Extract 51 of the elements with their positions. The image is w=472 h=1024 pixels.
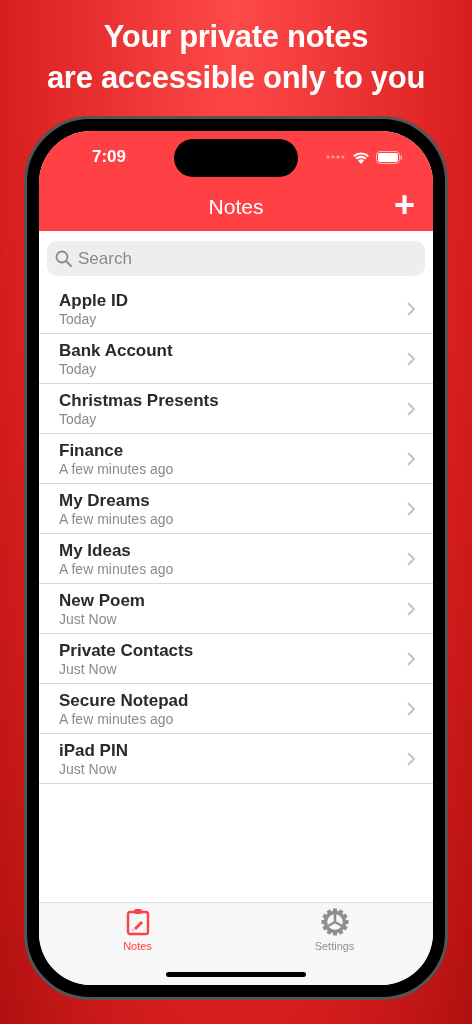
note-row[interactable]: Secure Notepad A few minutes ago: [39, 684, 433, 734]
note-row[interactable]: New Poem Just Now: [39, 584, 433, 634]
note-date: A few minutes ago: [59, 460, 175, 478]
note-title: New Poem: [59, 589, 146, 611]
note-title: Christmas Presents: [59, 389, 220, 411]
chevron-icon: [407, 551, 415, 566]
note-date: A few minutes ago: [59, 560, 175, 578]
chevron-icon: [407, 351, 415, 366]
note-title: Finance: [59, 439, 125, 461]
note-row[interactable]: Private Contacts Just Now: [39, 634, 433, 684]
note-title: Bank Account: [59, 339, 174, 361]
signal-icon: [326, 155, 346, 159]
nav-title: Notes: [208, 194, 264, 221]
chevron-icon: [407, 601, 415, 616]
note-title: My Ideas: [59, 539, 132, 561]
note-row[interactable]: Apple ID Today: [39, 284, 433, 334]
status-time: 7:09: [91, 146, 127, 169]
chevron-icon: [407, 651, 415, 666]
note-date: Just Now: [59, 660, 118, 678]
clipboard-pencil-icon: [125, 908, 150, 936]
note-title: My Dreams: [59, 489, 151, 511]
gear-icon: [320, 908, 349, 936]
search-icon: [55, 250, 72, 267]
note-row[interactable]: My Ideas A few minutes ago: [39, 534, 433, 584]
chevron-icon: [407, 501, 415, 516]
note-row[interactable]: Christmas Presents Today: [39, 384, 433, 434]
headline: Your private notes: [103, 18, 369, 56]
note-date: A few minutes ago: [59, 710, 175, 728]
chevron-icon: [407, 401, 415, 416]
note-row[interactable]: Finance A few minutes ago: [39, 434, 433, 484]
note-title: iPad PIN: [59, 739, 129, 761]
chevron-icon: [407, 701, 415, 716]
chevron-icon: [407, 751, 415, 766]
wifi-icon: [352, 150, 370, 164]
note-row[interactable]: My Dreams A few minutes ago: [39, 484, 433, 534]
search-field[interactable]: Search: [47, 241, 425, 276]
note-date: A few minutes ago: [59, 510, 175, 528]
note-date: Today: [59, 310, 98, 328]
note-title: Secure Notepad: [59, 689, 190, 711]
note-date: Just Now: [59, 610, 118, 628]
note-date: Today: [59, 360, 98, 378]
note-title: Private Contacts: [59, 639, 195, 661]
note-title: Apple ID: [59, 289, 129, 311]
note-row[interactable]: iPad PIN Just Now: [39, 734, 433, 784]
note-row[interactable]: Bank Account Today: [39, 334, 433, 384]
chevron-icon: [407, 301, 415, 316]
note-date: Just Now: [59, 760, 118, 778]
note-date: Today: [59, 410, 98, 428]
battery-icon: [376, 150, 403, 164]
headline: are accessible only to you: [46, 59, 426, 97]
chevron-icon: [407, 451, 415, 466]
